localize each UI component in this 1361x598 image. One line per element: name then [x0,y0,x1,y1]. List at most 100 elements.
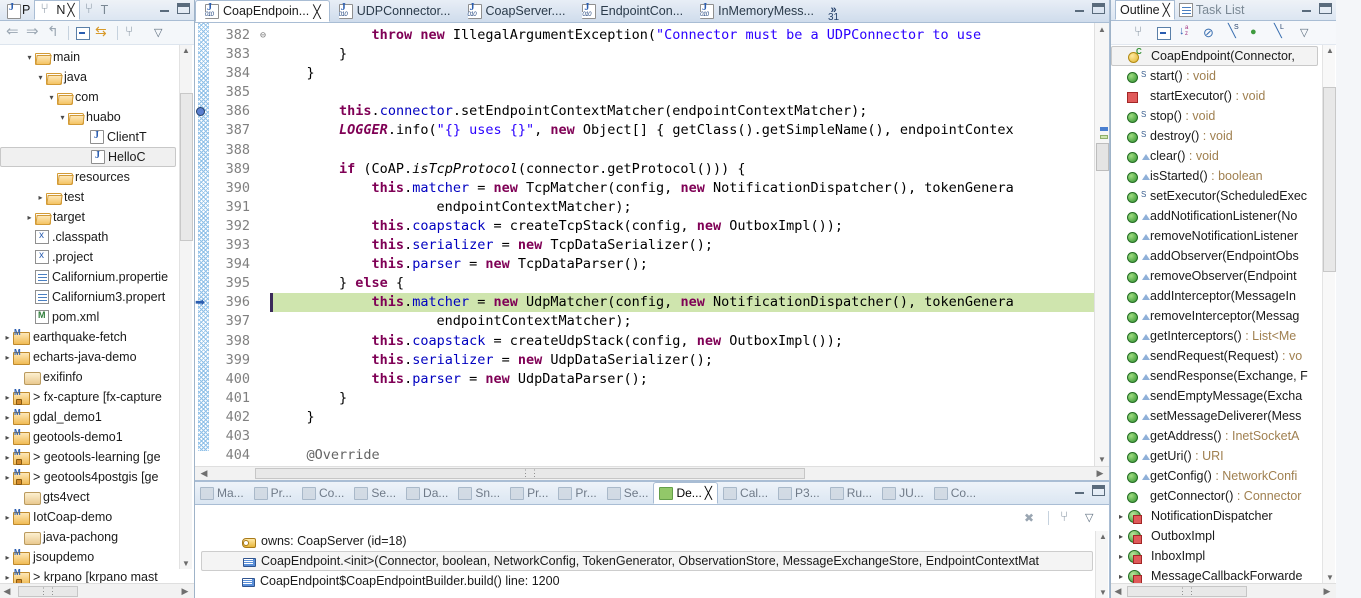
tab-task-list[interactable]: Task List [1175,0,1249,20]
editor-tab[interactable]: 010EndpointCon... [573,0,691,22]
tree-item[interactable]: geotools-demo1 [0,427,194,447]
breakpoint-icon[interactable] [196,107,205,117]
expand-arrow-icon[interactable] [2,473,13,482]
maximize-icon[interactable] [1092,3,1105,14]
tree-item[interactable]: > geotools4postgis [ge [0,467,194,487]
outline-item[interactable]: InboxImpl [1111,546,1336,566]
tree-item[interactable]: earthquake-fetch [0,327,194,347]
bottom-tab[interactable]: Pr... [553,482,601,504]
disconnect-icon[interactable] [1022,510,1038,526]
tab-outline[interactable]: Outline ╳ [1115,0,1175,20]
tree-item[interactable]: main [0,47,194,67]
bottom-tab[interactable]: JU... [877,482,929,504]
outline-item[interactable]: OutboxImpl [1111,526,1336,546]
forward-icon[interactable] [26,22,42,41]
outline-item[interactable]: NotificationDispatcher [1111,506,1336,526]
tree-item[interactable]: huabo [0,107,194,127]
view-menu-icon[interactable] [1298,25,1314,41]
code-line[interactable]: endpointContextMatcher); [270,312,1109,331]
navigator-hscroll-thumb[interactable]: ⋮⋮ [18,586,78,597]
tree-item[interactable]: resources [0,167,194,187]
stack-frame-row[interactable]: CoapEndpoint$CoapEndpointBuilder.build()… [201,571,1109,591]
tree-item[interactable]: jsoupdemo [0,547,194,567]
thread-view-icon[interactable] [1059,508,1075,526]
editor-vscroll-thumb[interactable] [1096,143,1109,171]
navigator-vscroll-thumb[interactable] [180,93,193,241]
outline-item[interactable]: stop() : void [1111,106,1336,126]
folding-ruler[interactable]: ⊖ [256,23,270,466]
code-line[interactable]: this.parser = new TcpDataParser(); [270,255,1109,274]
bottom-tab[interactable]: Se... [349,482,401,504]
bottom-tab[interactable]: Ma... [195,482,249,504]
fold-toggle-icon[interactable]: ⊖ [256,26,270,45]
outline-item[interactable]: start() : void [1111,66,1336,86]
outline-item[interactable]: getUri() : URI [1111,446,1336,466]
expand-arrow-icon[interactable] [35,193,46,202]
close-icon[interactable]: ╳ [705,486,712,500]
outline-item[interactable]: getConfig() : NetworkConfi [1111,466,1336,486]
outline-item[interactable]: addNotificationListener(No [1111,206,1336,226]
outline-item[interactable]: sendRequest(Request) : vo [1111,346,1336,366]
scroll-up-icon[interactable]: ▲ [1099,532,1107,541]
code-line[interactable]: } [270,45,1109,64]
outline-item[interactable]: removeInterceptor(Messag [1111,306,1336,326]
maximize-icon[interactable] [177,3,190,14]
tree-item[interactable]: Californium3.propert [0,287,194,307]
close-icon[interactable]: ╳ [1163,3,1170,17]
code-line[interactable] [270,83,1109,102]
bottom-tab[interactable]: Pr... [505,482,553,504]
outline-item[interactable]: isStarted() : boolean [1111,166,1336,186]
outline-item[interactable]: getAddress() : InetSocketA [1111,426,1336,446]
outline-item[interactable]: startExecutor() : void [1111,86,1336,106]
editor-vscrollbar[interactable]: ▲ ▼ [1094,23,1109,466]
bottom-tab[interactable]: P3... [773,482,825,504]
scroll-down-icon[interactable]: ▼ [1326,573,1334,582]
outline-vscrollbar[interactable]: ▲ ▼ [1322,45,1336,583]
hide-static-icon[interactable] [1202,25,1218,41]
maximize-icon[interactable] [1319,3,1332,14]
view-menu-icon[interactable] [1083,510,1099,526]
annotation-ruler[interactable]: ➡ [195,23,210,466]
scroll-right-icon[interactable]: ▶ [1093,468,1107,479]
outline-item[interactable]: addInterceptor(MessageIn [1111,286,1336,306]
outline-hscroll-thumb[interactable]: ⋮⋮ [1127,586,1247,597]
outline-item[interactable]: addObserver(EndpointObs [1111,246,1336,266]
outline-item[interactable]: destroy() : void [1111,126,1336,146]
code-line[interactable]: throw new IllegalArgumentException("Conn… [270,26,1109,45]
sort-icon[interactable] [1179,25,1195,41]
code-line-current[interactable]: this.matcher = new UdpMatcher(config, ne… [270,293,1109,313]
code-line[interactable]: this.serializer = new TcpDataSerializer(… [270,236,1109,255]
outline-item[interactable]: setExecutor(ScheduledExec [1111,186,1336,206]
scroll-left-icon[interactable]: ◀ [0,586,14,597]
outline-item[interactable]: sendEmptyMessage(Excha [1111,386,1336,406]
outline-item[interactable]: removeNotificationListener [1111,226,1336,246]
outline-item[interactable]: removeObserver(Endpoint [1111,266,1336,286]
expand-arrow-icon[interactable] [24,53,35,62]
expand-arrow-icon[interactable] [2,573,13,582]
outline-item[interactable]: getConnector() : Connector [1111,486,1336,506]
code-line[interactable]: this.serializer = new UdpDataSerializer(… [270,351,1109,370]
scroll-right-icon[interactable]: ▶ [178,586,192,597]
tab-navigator[interactable]: N ╳ [34,0,80,20]
scroll-down-icon[interactable]: ▼ [182,559,190,568]
code-viewport[interactable]: ➡ 382 383 384 385 386 387 388 389 390 391 392 393 39… [195,23,1109,466]
code-line[interactable]: endpointContextMatcher); [270,198,1109,217]
tree-item[interactable]: test [0,187,194,207]
tree-item[interactable]: echarts-java-demo [0,347,194,367]
source-code[interactable]: throw new IllegalArgumentException("Conn… [270,23,1109,466]
tree-item[interactable]: java-pachong [0,527,194,547]
expand-arrow-icon[interactable] [2,393,13,402]
close-icon[interactable]: ╳ [67,3,74,17]
bottom-tab[interactable]: Cal... [718,482,773,504]
hide-local-icon[interactable] [1271,23,1287,41]
scroll-down-icon[interactable]: ▼ [1098,455,1106,464]
expand-arrow-icon[interactable] [24,213,35,222]
bottom-tab[interactable]: Sn... [453,482,505,504]
scroll-left-icon[interactable]: ◀ [1111,586,1125,597]
expand-arrow-icon[interactable] [57,113,68,122]
editor-tab[interactable]: 010UDPConnector... [330,0,459,22]
tree-item[interactable]: com [0,87,194,107]
code-line[interactable] [270,427,1109,446]
view-menu-icon[interactable] [152,25,168,41]
tree-item[interactable]: ClientT [0,127,194,147]
